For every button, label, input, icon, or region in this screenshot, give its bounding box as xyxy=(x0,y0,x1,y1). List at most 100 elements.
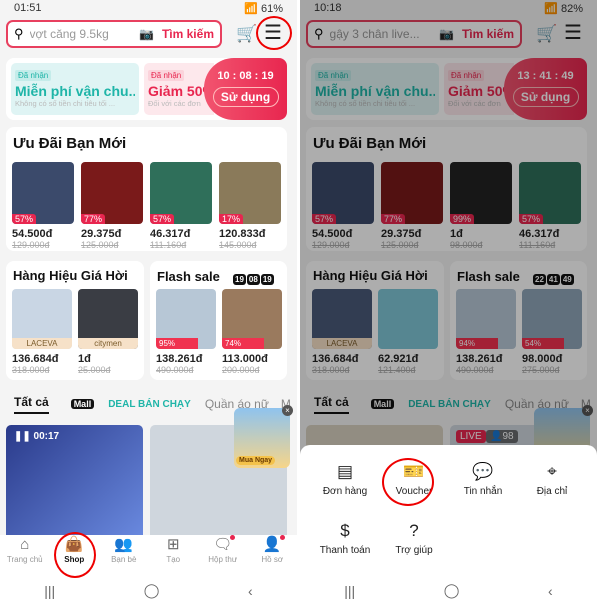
product-card[interactable]: 57% 46.317đ 111.160đ xyxy=(150,162,212,250)
battery-level: 61% xyxy=(260,3,283,15)
menu-item-label: Trợ giúp xyxy=(395,545,433,556)
product-price: 46.317đ xyxy=(150,228,191,240)
product-card[interactable]: citymen 1đ 25.000đ xyxy=(78,289,138,375)
flash-sale-section[interactable]: Flash sale 19 08 19 95% 138.261đ 490.000đ 74% 11… xyxy=(150,261,287,380)
nav-label: Hồ sơ xyxy=(261,555,284,564)
search-input[interactable]: vợt căng 9.5kg xyxy=(30,27,139,41)
product-image[interactable]: 57% xyxy=(12,162,74,224)
discount-badge: 77% xyxy=(81,214,106,224)
product-card[interactable]: 77% 29.375đ 125.000đ xyxy=(81,162,143,250)
system-navigation-bar: ||| ◯ ‹ xyxy=(300,577,597,604)
menu-item-help[interactable]: ? Trợ giúp xyxy=(379,521,449,556)
flash-sale-title: Flash sale xyxy=(157,269,220,284)
received-tag: Đã nhận xyxy=(15,70,52,81)
video-duration: ❚❚ 00:17 xyxy=(14,431,59,442)
product-price: 113.000đ xyxy=(222,353,268,365)
original-price: 25.000đ xyxy=(78,365,111,375)
sold-progress-bar: 74% xyxy=(222,338,264,349)
back-button[interactable]: ‹ xyxy=(548,583,553,599)
voucher-subtitle: Không có số tiền chi tiêu tối ... xyxy=(15,99,116,108)
brand-label: citymen xyxy=(78,338,138,349)
product-image[interactable]: 17% xyxy=(219,162,281,224)
sold-progress-bar: 95% xyxy=(156,338,198,349)
status-right: 📶 61% xyxy=(244,2,283,15)
profile-icon: 👤 xyxy=(262,536,282,553)
timer-digits: 19 xyxy=(260,274,274,285)
new-user-deals-section: Ưu Đãi Bạn Mới 57% 54.500đ 129.000đ 77% 29.37… xyxy=(6,127,287,251)
location-pin-icon: ⌖ xyxy=(547,462,557,481)
original-price: 318.000đ xyxy=(12,365,50,375)
feed-item[interactable]: ❚❚ 00:17 xyxy=(6,425,143,540)
product-card[interactable]: LACEVA 136.684đ 318.000đ xyxy=(12,289,72,375)
section-title: Ưu Đãi Bạn Mới xyxy=(13,135,127,152)
search-icon: ⚲ xyxy=(14,26,24,41)
camera-icon[interactable]: 📷 xyxy=(139,27,154,41)
original-price: 129.000đ xyxy=(12,240,50,250)
product-price: 54.500đ xyxy=(12,228,53,240)
back-button[interactable]: ‹ xyxy=(248,583,253,599)
floating-promo-banner[interactable]: × Mua Ngay xyxy=(234,405,293,468)
voucher-subtitle: Đối với các đơn xyxy=(148,99,201,108)
home-button[interactable]: ◯ xyxy=(444,582,460,599)
order-list-icon: ▤ xyxy=(336,462,354,481)
recent-apps-button[interactable]: ||| xyxy=(44,583,55,599)
voucher-countdown-panel: 10 : 08 : 19 Sử dụng xyxy=(204,58,287,120)
nav-item-5[interactable]: 🗨Hộp thư xyxy=(200,535,245,577)
discount-badge: 57% xyxy=(150,214,175,224)
original-price: 111.160đ xyxy=(150,240,187,250)
free-shipping-voucher[interactable]: Đã nhận Miễn phí vận chu... Không có số ti… xyxy=(11,63,139,115)
menu-item-message[interactable]: 💬 Tin nhắn xyxy=(448,462,518,497)
annotation-circle-menu xyxy=(256,16,292,50)
product-card[interactable]: 17% 120.833đ 145.000đ xyxy=(219,162,281,250)
buy-now-button[interactable]: Mua Ngay xyxy=(236,456,276,465)
annotation-circle-shop xyxy=(54,532,96,578)
home-button[interactable]: ◯ xyxy=(144,582,160,599)
original-price: 145.000đ xyxy=(219,240,257,250)
timer-digits: 19 xyxy=(233,274,246,285)
use-voucher-button[interactable]: Sử dụng xyxy=(212,87,279,107)
voucher-banner[interactable]: Đã nhận Miễn phí vận chu... Không có số ti… xyxy=(6,58,287,120)
nav-item-4[interactable]: ⊞ Tạo xyxy=(151,535,196,577)
tab-3[interactable]: DEAL BÁN CHẠY xyxy=(108,399,191,410)
product-price: 136.684đ xyxy=(12,353,59,365)
original-price: 490.000đ xyxy=(156,365,194,375)
product-image[interactable]: 95% xyxy=(156,289,216,349)
timer-digits: 08 xyxy=(246,274,260,285)
menu-item-label: Tin nhắn xyxy=(463,486,503,497)
product-image[interactable]: 74% xyxy=(222,289,282,349)
phone-screen-2: 10:18 📶 82% ⚲ gậy 3 chân live... 📷 Tìm kiếm 🛒 ☰… xyxy=(300,0,597,604)
product-card[interactable]: 95% 138.261đ 490.000đ xyxy=(156,289,216,375)
product-price: 138.261đ xyxy=(156,353,203,365)
close-icon[interactable]: × xyxy=(282,405,293,416)
brand-label: LACEVA xyxy=(12,338,72,349)
product-image[interactable]: 57% xyxy=(150,162,212,224)
menu-item-payment-dollar[interactable]: $ Thanh toán xyxy=(310,521,380,556)
tab-2[interactable]: Mall xyxy=(70,399,95,409)
help-icon: ? xyxy=(409,521,419,540)
product-image[interactable]: 77% xyxy=(81,162,143,224)
menu-item-label: Địa chỉ xyxy=(536,486,568,497)
brand-deals-section[interactable]: Hàng Hiệu Giá Hời LACEVA 136.684đ 318.000đ c… xyxy=(6,261,144,380)
product-image[interactable]: citymen xyxy=(78,289,138,349)
search-bar[interactable]: ⚲ vợt căng 9.5kg 📷 Tìm kiếm xyxy=(6,20,222,48)
tab-1[interactable]: Tất cả xyxy=(14,395,49,414)
original-price: 125.000đ xyxy=(81,240,119,250)
product-card[interactable]: 74% 113.000đ 200.000đ xyxy=(222,289,282,375)
search-button[interactable]: Tìm kiếm xyxy=(162,27,214,41)
nav-item-6[interactable]: 👤 Hồ sơ xyxy=(250,535,295,577)
received-tag: Đã nhận xyxy=(148,70,185,81)
product-price: 120.833đ xyxy=(219,228,266,240)
menu-bottom-sheet: ▤ Đơn hàng 🎫 Voucher 💬 Tin nhắn ⌖ Địa chỉ $ Thanh… xyxy=(300,445,597,604)
friends-icon: 👥 xyxy=(114,536,134,553)
notification-dot xyxy=(230,535,236,540)
nav-label: Tạo xyxy=(166,555,181,564)
nav-item-1[interactable]: ⌂ Trang chủ xyxy=(2,535,47,577)
product-card[interactable]: 57% 54.500đ 129.000đ xyxy=(12,162,74,250)
recent-apps-button[interactable]: ||| xyxy=(344,583,355,599)
product-image[interactable]: LACEVA xyxy=(12,289,72,349)
nav-item-3[interactable]: 👥 Bạn bè xyxy=(101,535,146,577)
menu-item-location-pin[interactable]: ⌖ Địa chỉ xyxy=(517,462,587,497)
nav-label: Trang chủ xyxy=(6,555,43,564)
cart-icon[interactable]: 🛒 xyxy=(236,24,257,44)
menu-item-order-list[interactable]: ▤ Đơn hàng xyxy=(310,462,380,497)
